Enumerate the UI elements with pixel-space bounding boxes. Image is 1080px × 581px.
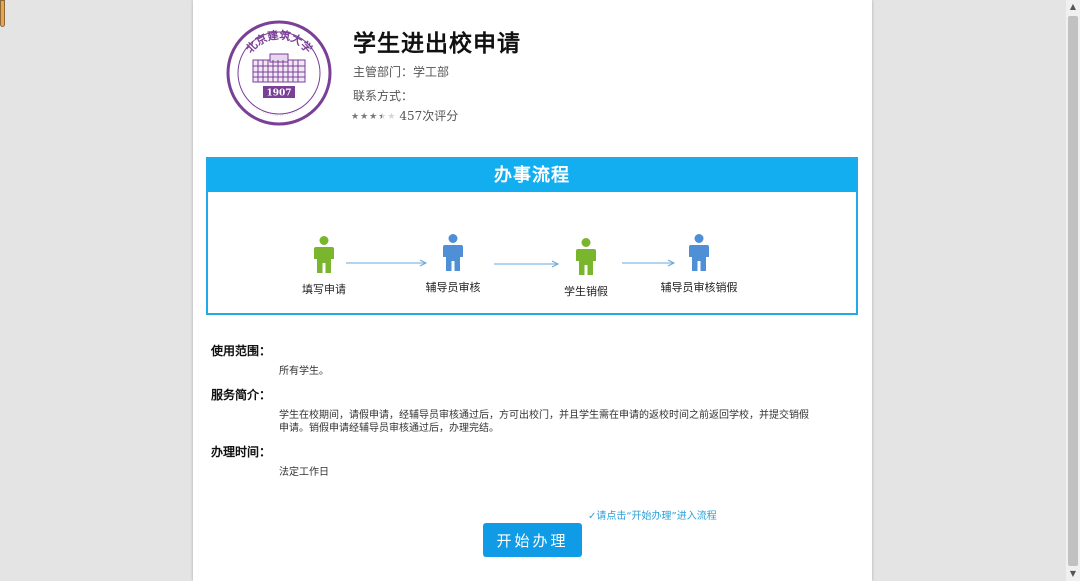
- star-icon[interactable]: ★: [351, 112, 359, 122]
- star-icon[interactable]: ★: [369, 112, 377, 122]
- process-step-label: 辅导员审核销假: [660, 281, 738, 294]
- logo-year: 1907: [266, 89, 291, 99]
- vertical-scrollbar[interactable]: ▲ ▼: [1066, 0, 1080, 581]
- contact-text: 联系方式：: [353, 89, 414, 103]
- intro-text: 学生在校期间，请假申请，经辅导员审核通过后，方可出校门，并且学生需在申请的返校时…: [279, 410, 809, 434]
- start-hint: ✓请点击“开始办理”进入流程: [588, 511, 717, 522]
- time-text: 法定工作日: [279, 467, 329, 478]
- start-button[interactable]: 开始办理: [483, 523, 582, 557]
- scope-title: 使用范围：: [211, 344, 272, 358]
- process-step-label: 学生销假: [564, 285, 608, 298]
- scroll-up-icon[interactable]: ▲: [1066, 0, 1080, 14]
- time-title: 办理时间：: [211, 445, 272, 459]
- rating-count: 457次评分: [399, 109, 459, 123]
- scope-text: 所有学生。: [279, 366, 329, 377]
- window-edge-handle[interactable]: [0, 0, 5, 27]
- star-icon[interactable]: ★: [387, 112, 395, 122]
- star-icon[interactable]: ★: [360, 112, 368, 122]
- process-title: 办事流程: [208, 159, 856, 192]
- university-seal-icon: 北京建筑大学 · · · · · · · · · · · · · · · · ·…: [226, 20, 332, 126]
- page-title: 学生进出校申请: [353, 31, 521, 57]
- star-icon[interactable]: ★: [378, 112, 386, 122]
- process-step-label: 填写申请: [302, 283, 346, 296]
- process-step-4: 辅导员审核销假: [644, 234, 754, 295]
- process-flow: 填写申请 辅导员审核 学生销假 辅导员审核销假: [209, 192, 855, 313]
- process-step-2: 辅导员审核: [398, 234, 508, 295]
- intro-title: 服务简介：: [211, 388, 272, 402]
- scroll-down-icon[interactable]: ▼: [1066, 567, 1080, 581]
- service-detail-page: 北京建筑大学 · · · · · · · · · · · · · · · · ·…: [193, 0, 872, 581]
- scrollbar-thumb[interactable]: [1068, 16, 1078, 566]
- process-panel: 办事流程 填写申请 辅导员审核 学生销假 辅导员审核销假: [206, 157, 858, 315]
- rating: ★★★★★ 457次评分: [351, 107, 458, 124]
- person-icon: [398, 234, 508, 276]
- person-icon: [644, 234, 754, 276]
- rating-stars[interactable]: ★★★★★: [351, 108, 396, 123]
- department-text: 主管部门：学工部: [353, 65, 450, 79]
- process-step-label: 辅导员审核: [425, 281, 481, 294]
- person-icon: [269, 236, 379, 278]
- process-step-3: 学生销假: [531, 238, 641, 299]
